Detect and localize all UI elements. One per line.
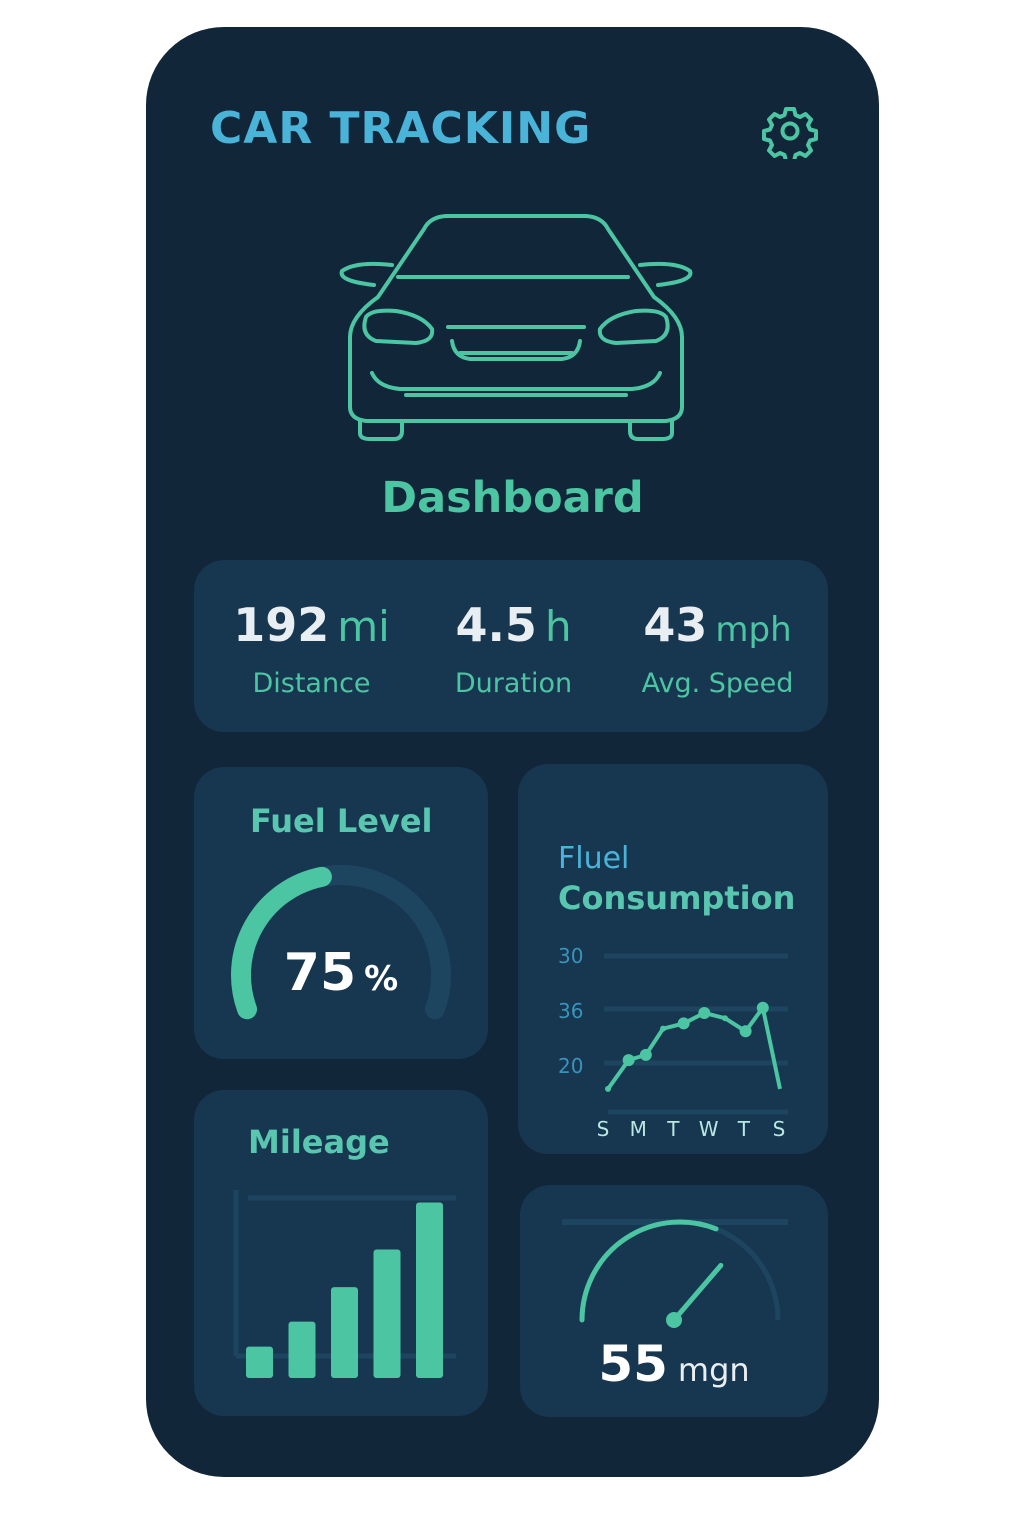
fuel-consumption-card[interactable]: Fluel Consumption 30 36 20 S M T W T S — [518, 764, 828, 1154]
stat-value: 43 — [643, 598, 708, 652]
speed-gauge-track — [579, 1219, 781, 1321]
fuel-level-unit: % — [364, 959, 399, 999]
stat-unit: mi — [337, 602, 390, 651]
x-tick-label: T — [737, 1117, 752, 1141]
mileage-bar — [246, 1346, 273, 1378]
trip-stats-card: 192 mi Distance 4.5 h Duration 43 mph Avg. … — [194, 560, 828, 732]
gear-icon — [762, 107, 818, 163]
data-point — [739, 1025, 752, 1038]
stat-distance: 192 mi Distance — [206, 560, 417, 732]
x-tick-label: S — [773, 1117, 788, 1141]
stat-unit: mph — [715, 610, 792, 650]
fuel-consumption-chart: 303620S M T W T S — [558, 944, 788, 1141]
data-point — [660, 1025, 667, 1032]
stat-unit: h — [544, 602, 572, 651]
mileage-card[interactable]: Mileage — [194, 1090, 488, 1416]
y-tick-label: 30 — [558, 944, 583, 968]
x-tick-label: T — [666, 1117, 681, 1141]
consumption-line — [606, 1005, 782, 1091]
mileage-bar — [288, 1321, 316, 1378]
fuel-level-card[interactable]: Fuel Level 75% — [194, 767, 488, 1059]
speed-readout: 55 mgn — [520, 1339, 828, 1389]
mileage-bar — [373, 1249, 401, 1378]
speed-needle — [671, 1262, 724, 1323]
mileage-chart — [233, 1190, 456, 1378]
y-tick-label: 20 — [558, 1054, 583, 1078]
data-point — [622, 1054, 635, 1067]
data-point — [605, 1085, 611, 1092]
phone-screen: CAR TRACKING Dashboard 192 mi Distance 4… — [146, 27, 879, 1477]
y-tick-label: 36 — [558, 999, 583, 1023]
stat-value: 192 — [233, 598, 330, 652]
dashboard-title: Dashboard — [381, 473, 644, 523]
settings-button[interactable] — [762, 103, 818, 163]
data-point — [677, 1017, 690, 1030]
fuel-level-value: 75 — [283, 943, 357, 1003]
mileage-bar — [331, 1287, 358, 1378]
x-tick-label: M — [630, 1117, 649, 1141]
data-point — [721, 1015, 728, 1022]
data-point — [639, 1048, 652, 1061]
fuel-level-readout: 75% — [194, 947, 488, 999]
speed-card[interactable]: 55 mgn — [520, 1185, 828, 1417]
x-tick-label: W — [699, 1117, 721, 1141]
mileage-bar — [416, 1202, 443, 1378]
x-tick-label: S — [597, 1117, 612, 1141]
app-title: CAR TRACKING — [210, 103, 592, 154]
stat-label: Avg. Speed — [641, 668, 794, 699]
data-point — [756, 1001, 769, 1014]
car-front-icon — [339, 214, 693, 441]
fuel-gauge — [231, 865, 451, 1020]
stat-duration: 4.5 h Duration — [408, 560, 619, 732]
stat-value: 4.5 — [455, 598, 537, 652]
speed-unit: mgn — [677, 1351, 750, 1389]
stat-label: Distance — [252, 668, 371, 699]
speed-value: 55 — [598, 1335, 668, 1393]
stat-label: Duration — [454, 668, 573, 699]
stat-avg-speed: 43 mph Avg. Speed — [612, 560, 823, 732]
speed-gauge-fill — [579, 1219, 719, 1323]
data-point — [698, 1006, 711, 1019]
needle-hub — [666, 1312, 682, 1328]
